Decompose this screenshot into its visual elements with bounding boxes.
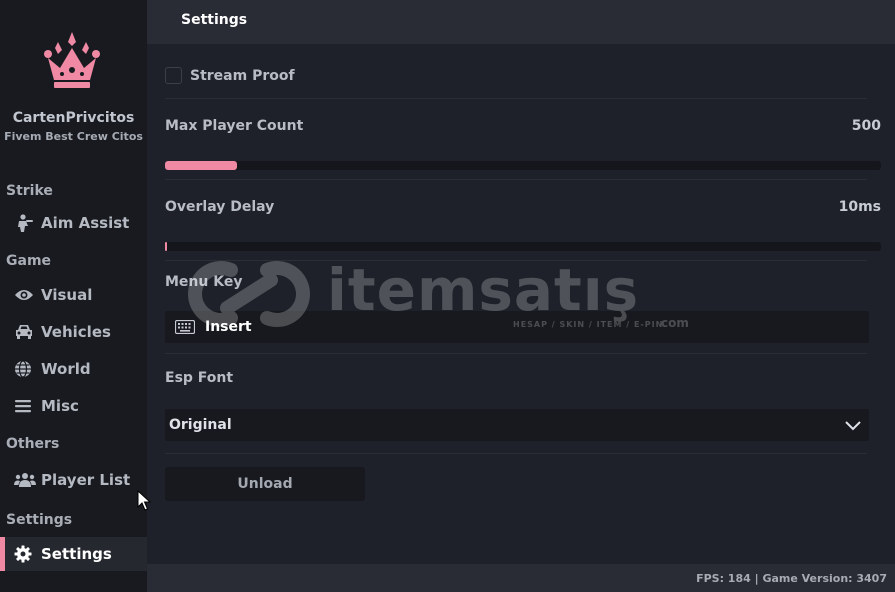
page-title: Settings (181, 12, 248, 28)
max-player-count-label: Max Player Count (165, 118, 304, 134)
section-strike: Strike (6, 183, 53, 199)
car-icon (14, 322, 36, 342)
slider-fill (165, 161, 237, 170)
sidebar-item-label: Player List (41, 471, 131, 489)
aim-figure-icon (14, 213, 36, 233)
sidebar-item-label: Aim Assist (41, 214, 130, 232)
overlay-delay-value: 10ms (838, 199, 881, 215)
menu-key-input[interactable]: Insert (165, 311, 869, 343)
crown-icon (44, 32, 100, 88)
settings-panel: Stream Proof Max Player Count 500 Overla… (147, 44, 895, 564)
globe-icon (14, 359, 36, 379)
sidebar: CartenPrivcitos Fivem Best Crew Citos St… (0, 0, 147, 592)
esp-font-value: Original (169, 417, 232, 433)
esp-font-select[interactable]: Original (165, 409, 869, 441)
stream-proof-label: Stream Proof (190, 68, 295, 84)
gear-icon (14, 544, 36, 564)
section-game: Game (6, 253, 52, 269)
sidebar-item-player-list[interactable]: Player List (0, 463, 147, 497)
section-settings: Settings (6, 512, 73, 528)
overlay-delay-label: Overlay Delay (165, 199, 275, 215)
slider-fill (165, 242, 168, 251)
sidebar-item-label: Misc (41, 397, 79, 415)
menu-key-label: Menu Key (165, 274, 243, 290)
esp-font-label: Esp Font (165, 370, 234, 386)
sidebar-item-world[interactable]: World (0, 352, 147, 386)
stream-proof-checkbox[interactable] (165, 67, 182, 84)
keyboard-icon (175, 320, 195, 334)
sidebar-item-label: Visual (41, 286, 93, 304)
unload-button[interactable]: Unload (165, 467, 365, 501)
sidebar-item-label: Settings (41, 545, 112, 563)
eye-icon (14, 285, 36, 305)
sidebar-item-visual[interactable]: Visual (0, 278, 147, 312)
header-bar: Settings (147, 0, 895, 44)
divider (165, 179, 867, 180)
status-bar: FPS: 184 | Game Version: 3407 (147, 564, 895, 592)
users-icon (14, 470, 36, 490)
max-player-count-value: 500 (851, 118, 881, 134)
chevron-down-icon (845, 421, 861, 431)
divider (165, 260, 867, 261)
sidebar-item-settings[interactable]: Settings (0, 537, 147, 571)
menu-lines-icon (14, 396, 36, 416)
sidebar-item-vehicles[interactable]: Vehicles (0, 315, 147, 349)
brand-subtitle: Fivem Best Crew Citos (4, 130, 143, 143)
fps-status-text: FPS: 184 | Game Version: 3407 (696, 572, 887, 585)
section-others: Others (6, 436, 60, 452)
overlay-delay-slider[interactable] (165, 242, 881, 251)
max-player-count-slider[interactable] (165, 161, 881, 170)
divider (165, 353, 867, 354)
menu-key-value: Insert (205, 319, 252, 335)
divider (165, 98, 867, 99)
sidebar-item-misc[interactable]: Misc (0, 389, 147, 423)
divider (165, 453, 867, 454)
sidebar-item-label: Vehicles (41, 323, 111, 341)
brand-name: CartenPrivcitos (12, 110, 135, 126)
mouse-cursor-icon (137, 490, 151, 511)
sidebar-item-label: World (41, 360, 91, 378)
sidebar-item-aim-assist[interactable]: Aim Assist (0, 206, 147, 240)
